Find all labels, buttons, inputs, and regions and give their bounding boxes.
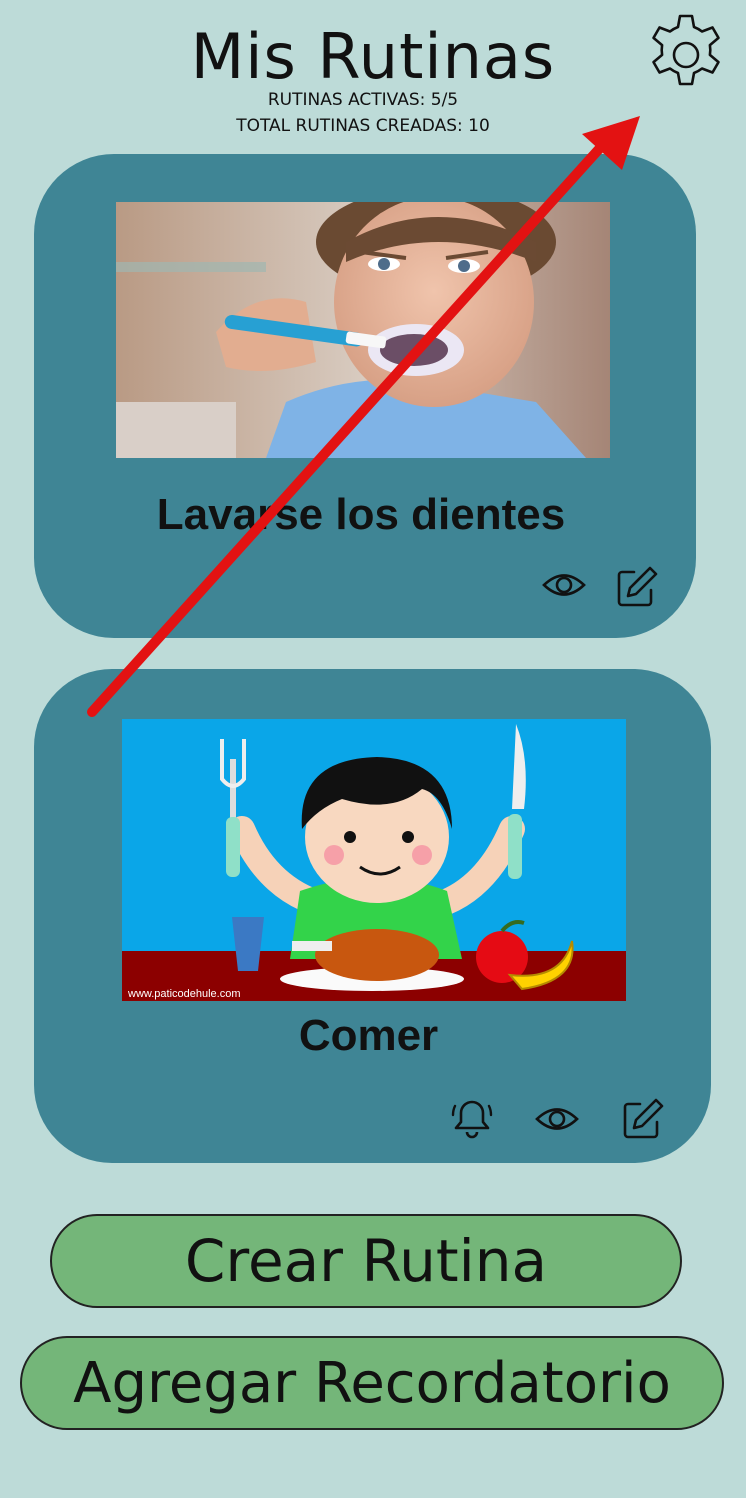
routine-title: Comer — [298, 1011, 439, 1060]
bell-icon[interactable] — [449, 1096, 495, 1142]
image-watermark: www.paticodehule.com — [127, 988, 241, 1000]
eye-icon[interactable] — [541, 562, 587, 608]
add-reminder-button[interactable]: Agregar Recordatorio — [20, 1336, 724, 1430]
routine-title: Lavarse los dientes — [156, 490, 566, 539]
routine-card-eating[interactable]: www.paticodehule.com Comer — [34, 669, 711, 1163]
routine-image-brushing — [116, 202, 610, 458]
edit-icon[interactable] — [614, 564, 660, 610]
active-routines-counter: RUTINAS ACTIVAS: 5/5 — [267, 90, 459, 110]
create-routine-button[interactable]: Crear Rutina — [50, 1214, 682, 1308]
total-routines-counter: TOTAL RUTINAS CREADAS: 10 — [236, 116, 490, 136]
edit-icon[interactable] — [620, 1096, 666, 1142]
page-title: Mis Rutinas — [190, 20, 556, 93]
routine-card-brushing[interactable]: Lavarse los dientes — [34, 154, 696, 638]
gear-icon[interactable] — [640, 10, 732, 102]
routine-image-eating: www.paticodehule.com — [122, 719, 626, 1001]
eye-icon[interactable] — [534, 1096, 580, 1142]
